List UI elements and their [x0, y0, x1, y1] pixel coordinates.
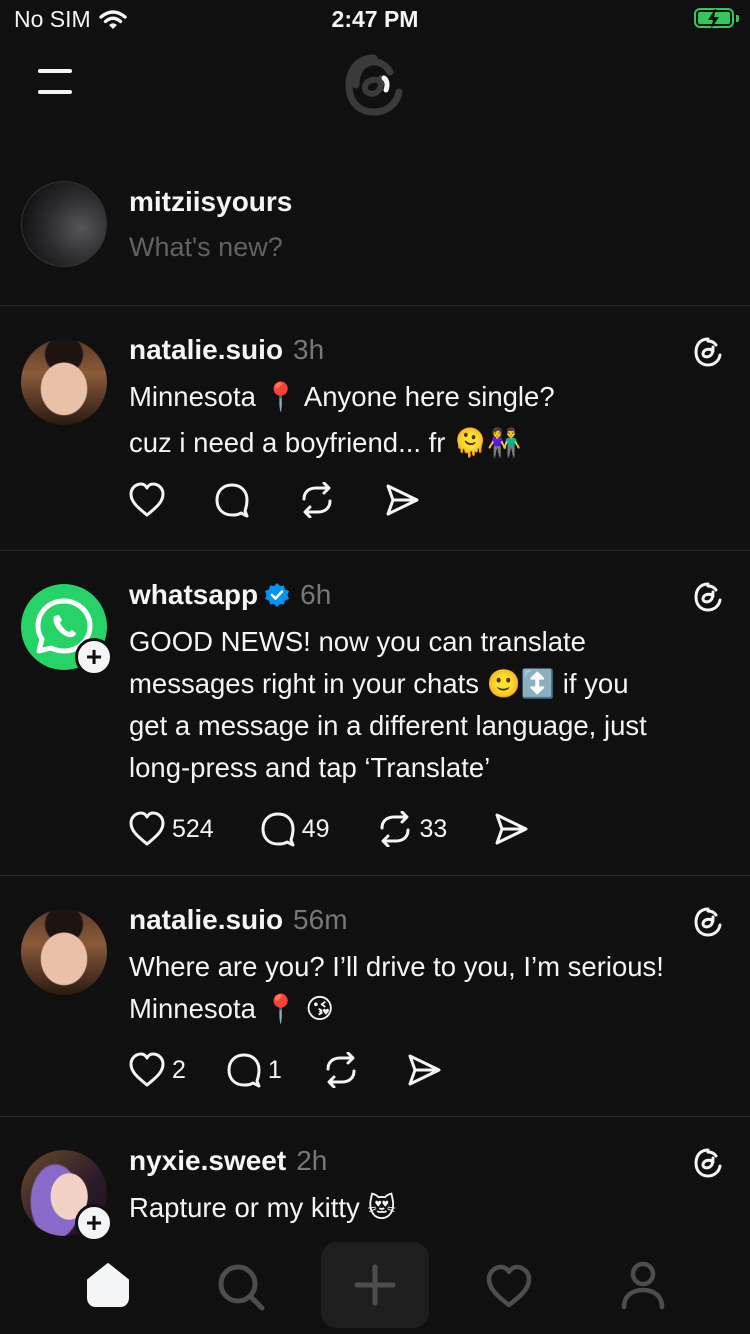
post-time: 6h: [300, 579, 332, 610]
post-header: whatsapp 6h: [129, 579, 331, 611]
reply-button[interactable]: [214, 482, 250, 518]
like-button[interactable]: 524: [128, 811, 214, 847]
post-body: Where are you? I’ll drive to you, I’m se…: [129, 946, 729, 1030]
post[interactable]: + nyxie.sweet 2h Rapture or my kitty 😻: [0, 1117, 750, 1240]
post-line: Minnesota 📍 😘: [129, 993, 335, 1024]
repost-count: 33: [419, 814, 448, 843]
repost-icon: [302, 482, 332, 518]
post-body: Minnesota 📍 Anyone here single? cuz i ne…: [129, 376, 729, 464]
post-header: nyxie.sweet 2h: [129, 1145, 327, 1177]
post-line: GOOD NEWS! now you can translate: [129, 626, 586, 657]
threads-logo-icon[interactable]: [341, 52, 407, 118]
share-button[interactable]: [384, 482, 420, 518]
post-actions: 524 49 33: [128, 811, 529, 847]
clock: 2:47 PM: [331, 6, 419, 32]
send-icon: [386, 484, 419, 516]
follow-button[interactable]: +: [75, 1204, 113, 1240]
post-username[interactable]: whatsapp: [129, 579, 258, 611]
battery-icon: [694, 8, 739, 29]
post[interactable]: + whatsapp 6h GOOD NEWS! now you can tra…: [0, 551, 750, 876]
post-line: messages right in your chats 🙂↕️ if you: [129, 668, 629, 699]
post-line: cuz i need a boyfriend... fr 🫠👫: [129, 427, 522, 458]
threads-icon[interactable]: [692, 1147, 724, 1179]
post-header: natalie.suio 56m: [129, 904, 348, 936]
reply-button[interactable]: 1: [226, 1052, 282, 1088]
profile-icon[interactable]: [620, 1260, 666, 1310]
heart-icon[interactable]: [485, 1264, 533, 1308]
repost-button[interactable]: 33: [376, 811, 448, 847]
post-time: 56m: [293, 904, 348, 935]
post-line: get a message in a different language, j…: [129, 710, 647, 741]
reply-button[interactable]: 49: [260, 811, 330, 847]
heart-icon: [129, 482, 165, 517]
post-line: Where are you? I’ll drive to you, I’m se…: [129, 951, 664, 982]
comment-icon: [227, 1053, 261, 1088]
plus-icon: [354, 1264, 396, 1306]
avatar[interactable]: [21, 909, 107, 995]
post[interactable]: natalie.suio 56m Where are you? I’ll dri…: [0, 876, 750, 1117]
reply-count: 1: [267, 1055, 282, 1084]
share-button[interactable]: [406, 1052, 442, 1088]
composer-username: mitziisyours: [129, 186, 293, 217]
post-actions: 2 1: [128, 1052, 442, 1088]
post-username[interactable]: nyxie.sweet: [129, 1145, 286, 1177]
send-icon: [495, 813, 528, 845]
heart-icon: [129, 1052, 165, 1087]
new-thread-button[interactable]: [321, 1242, 429, 1328]
threads-icon[interactable]: [692, 906, 724, 938]
post-line: Rapture or my kitty 😻: [129, 1192, 397, 1223]
threads-icon[interactable]: [692, 336, 724, 368]
like-button[interactable]: 2: [128, 1052, 186, 1088]
post-header: natalie.suio 3h: [129, 334, 324, 366]
send-icon: [408, 1054, 441, 1086]
home-icon[interactable]: [84, 1260, 132, 1308]
composer-placeholder[interactable]: What's new?: [129, 232, 283, 263]
repost-button[interactable]: [298, 482, 336, 518]
post-body: GOOD NEWS! now you can translate message…: [129, 621, 729, 789]
search-icon[interactable]: [216, 1262, 266, 1312]
composer[interactable]: mitziisyours What's new?: [0, 170, 750, 306]
comment-icon: [261, 812, 295, 847]
like-button[interactable]: [128, 482, 166, 518]
menu-icon[interactable]: [36, 66, 76, 98]
heart-icon: [129, 811, 165, 846]
comment-icon: [215, 483, 249, 518]
avatar[interactable]: [21, 181, 107, 267]
post[interactable]: natalie.suio 3h Minnesota 📍 Anyone here …: [0, 306, 750, 551]
repost-button[interactable]: [322, 1052, 360, 1088]
post-username[interactable]: natalie.suio: [129, 334, 283, 366]
post-body: Rapture or my kitty 😻: [129, 1187, 729, 1229]
verified-badge-icon: [265, 583, 290, 607]
threads-icon[interactable]: [692, 581, 724, 613]
like-count: 524: [172, 814, 214, 843]
repost-icon: [326, 1052, 356, 1088]
post-actions: [128, 482, 420, 518]
post-time: 2h: [296, 1145, 328, 1176]
like-count: 2: [172, 1055, 186, 1084]
post-time: 3h: [293, 334, 325, 365]
repost-icon: [380, 811, 410, 847]
post-line: long-press and tap ‘Translate’: [129, 752, 491, 783]
post-line: Minnesota 📍 Anyone here single?: [129, 381, 555, 412]
post-username[interactable]: natalie.suio: [129, 904, 283, 936]
status-bar: No SIM 2:47 PM: [0, 0, 750, 40]
avatar[interactable]: [21, 339, 107, 425]
share-button[interactable]: [493, 811, 529, 847]
reply-count: 49: [301, 814, 330, 843]
follow-button[interactable]: +: [75, 638, 113, 676]
tab-bar: [0, 1240, 750, 1334]
